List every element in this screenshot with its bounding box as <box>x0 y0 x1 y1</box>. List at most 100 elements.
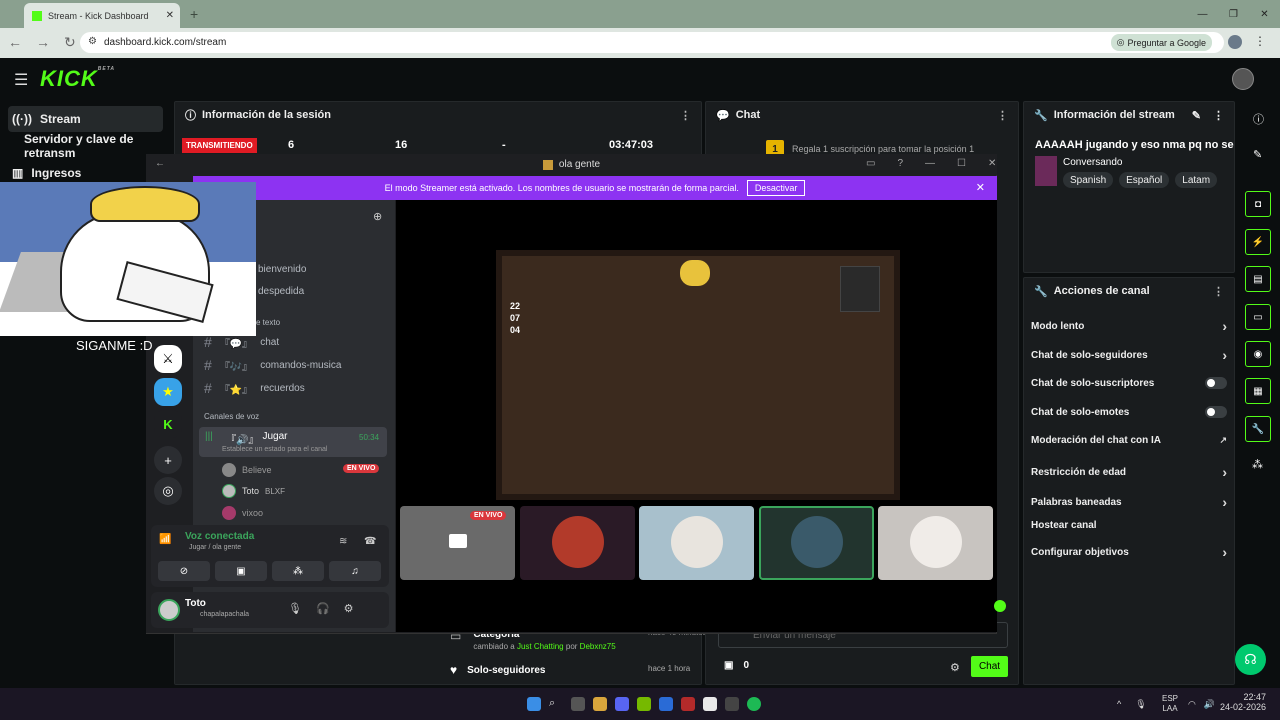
panel-title: Acciones de canal <box>1053 285 1150 297</box>
rail-wrench-icon[interactable]: 🔧 <box>1245 416 1271 442</box>
ask-google-button[interactable]: ◎ Preguntar a Google <box>1110 34 1212 51</box>
more-options-icon[interactable]: ⋮ <box>680 109 691 122</box>
minimize-button[interactable]: — <box>1187 0 1218 28</box>
help-chat-icon[interactable]: ☊ <box>1235 644 1266 675</box>
chat-send-button[interactable]: Chat <box>971 656 1008 677</box>
discord-back-icon[interactable]: ← <box>155 158 165 169</box>
channel-recuerdos[interactable]: # 『⭐』 recuerdos <box>204 380 305 396</box>
browser-profile-avatar[interactable] <box>1228 35 1242 49</box>
voice-user[interactable]: Believe <box>222 463 272 477</box>
rail-lightning-icon[interactable]: ⚡ <box>1245 229 1271 255</box>
action-ai-moderation[interactable]: Moderación del chat con IA ↗ <box>1031 435 1227 446</box>
rail-document-icon[interactable]: ▤ <box>1245 266 1271 292</box>
add-friend-icon[interactable]: ⊕ <box>373 210 382 223</box>
microphone-icon[interactable]: 🎙 <box>288 602 302 615</box>
reload-icon[interactable]: ↻ <box>64 34 76 51</box>
hamburger-menu-icon[interactable]: ☰ <box>14 70 28 90</box>
wifi-icon[interactable]: ◠ <box>1188 699 1196 710</box>
app-icon[interactable] <box>681 697 695 711</box>
deactivate-streamer-button[interactable]: Desactivar <box>746 180 806 196</box>
chat-panel-header: 💬 Chat ⋮ <box>706 102 1018 128</box>
noise-suppression-icon[interactable]: ≋ <box>339 536 347 547</box>
chevron-up-icon[interactable]: ^ <box>1117 699 1121 710</box>
more-options-icon[interactable]: ⋮ <box>997 109 1008 122</box>
microphone-icon[interactable]: 🎙 <box>1135 699 1146 710</box>
user-avatar[interactable] <box>158 599 180 621</box>
emotes-only-toggle[interactable] <box>1205 406 1227 418</box>
headphones-icon[interactable]: 🎧 <box>316 602 330 615</box>
close-window-button[interactable]: ✕ <box>988 158 996 169</box>
close-icon[interactable]: ✕ <box>976 181 985 194</box>
browser-tab[interactable]: Stream - Kick Dashboard ✕ <box>24 3 180 28</box>
maximize-button[interactable]: ❐ <box>1218 0 1249 28</box>
steam-icon[interactable] <box>725 697 739 711</box>
more-options-icon[interactable]: ⋮ <box>1213 285 1224 298</box>
action-banned-words[interactable]: Palabras baneadas › <box>1031 494 1227 510</box>
server-icon[interactable]: ⚔ <box>154 345 182 373</box>
url-field[interactable]: ⚙ dashboard.kick.com/stream <box>80 32 1224 53</box>
forward-icon[interactable]: → <box>36 34 50 51</box>
file-explorer-icon[interactable] <box>593 697 607 711</box>
chat-settings-icon[interactable]: ⚙ <box>950 661 960 674</box>
disconnect-icon[interactable]: ☎ <box>364 536 376 547</box>
server-icon[interactable]: ★ <box>154 378 182 406</box>
close-window-button[interactable]: ✕ <box>1249 0 1280 28</box>
soundboard-button[interactable]: ♫ <box>329 561 381 581</box>
add-server-icon[interactable]: + <box>154 446 182 474</box>
action-host-channel[interactable]: Hostear canal <box>1031 520 1227 531</box>
help-icon[interactable]: ? <box>897 158 903 169</box>
more-options-icon[interactable]: ⋮ <box>1213 109 1224 122</box>
info-icon[interactable]: ⓘ <box>1253 111 1264 127</box>
voice-channels-section[interactable]: Canales de voz <box>204 412 259 421</box>
voice-user[interactable]: Toto BLXF <box>222 484 285 498</box>
back-icon[interactable]: ← <box>8 34 22 51</box>
minimize-button[interactable]: — <box>925 158 935 169</box>
action-label: Hostear canal <box>1031 520 1097 531</box>
taskview-icon[interactable] <box>571 697 585 711</box>
new-tab-button[interactable]: + <box>190 6 198 22</box>
action-goals[interactable]: Configurar objetivos › <box>1031 544 1227 560</box>
close-tab-icon[interactable]: ✕ <box>166 10 174 21</box>
nvidia-icon[interactable] <box>637 697 651 711</box>
action-age-restriction[interactable]: Restricción de edad › <box>1031 464 1227 480</box>
channel-comandos-musica[interactable]: # 『🎶』 comandos-musica <box>204 357 341 373</box>
channel-chat[interactable]: # 『💬』 chat <box>204 334 279 350</box>
activities-button[interactable]: ⁂ <box>272 561 324 581</box>
language-indicator[interactable]: ESP LAA <box>1162 694 1178 714</box>
spotify-icon[interactable] <box>747 697 761 711</box>
action-slow-mode[interactable]: Modo lento › <box>1031 318 1227 334</box>
sidebar-item-stream[interactable]: ((·)) Stream <box>8 106 163 132</box>
rail-camera-icon[interactable]: ◘ <box>1245 191 1271 217</box>
user-avatar[interactable] <box>1232 68 1254 90</box>
site-info-icon[interactable]: ⚙ <box>88 36 97 47</box>
start-icon[interactable] <box>527 697 541 711</box>
edit-icon[interactable]: ✎ <box>1253 148 1262 161</box>
activity-user[interactable]: Debxnz75 <box>580 642 616 651</box>
subscribers-only-toggle[interactable] <box>1205 377 1227 389</box>
clock[interactable]: 22:47 24-02-2026 <box>1220 692 1266 712</box>
voice-user[interactable]: vixoo <box>222 506 263 520</box>
kick-server-icon[interactable]: K <box>154 410 182 438</box>
rail-chat-icon[interactable]: ▭ <box>1245 304 1271 330</box>
volume-icon[interactable]: 🔊 <box>1204 699 1215 710</box>
app-icon[interactable] <box>659 697 673 711</box>
camera-off-button[interactable]: ⊘ <box>158 561 210 581</box>
rail-nodes-icon[interactable]: ⁂ <box>1252 458 1263 471</box>
explore-icon[interactable]: ◎ <box>154 477 182 505</box>
browser-menu-icon[interactable]: ⋮ <box>1254 34 1266 48</box>
screen-share-button[interactable]: ▣ <box>215 561 267 581</box>
category-name[interactable]: Conversando <box>1063 157 1122 168</box>
chrome-icon[interactable] <box>703 697 717 711</box>
edit-icon[interactable]: ✎ <box>1192 109 1201 122</box>
rail-broadcast-icon[interactable]: ◉ <box>1245 341 1271 367</box>
search-icon[interactable]: ⌕ <box>549 697 563 711</box>
voice-status-hint[interactable]: Establece un estado para el canal <box>222 446 327 453</box>
kick-logo[interactable]: KICKBETA <box>40 66 115 92</box>
maximize-button[interactable]: ☐ <box>957 158 966 169</box>
discord-icon[interactable] <box>615 697 629 711</box>
gear-icon[interactable]: ⚙ <box>344 602 354 615</box>
activity-category[interactable]: Just Chatting <box>517 642 564 651</box>
inbox-icon[interactable]: ▭ <box>866 158 875 169</box>
action-followers-only[interactable]: Chat de solo-seguidores › <box>1031 347 1227 363</box>
rail-layout-icon[interactable]: ▦ <box>1245 378 1271 404</box>
